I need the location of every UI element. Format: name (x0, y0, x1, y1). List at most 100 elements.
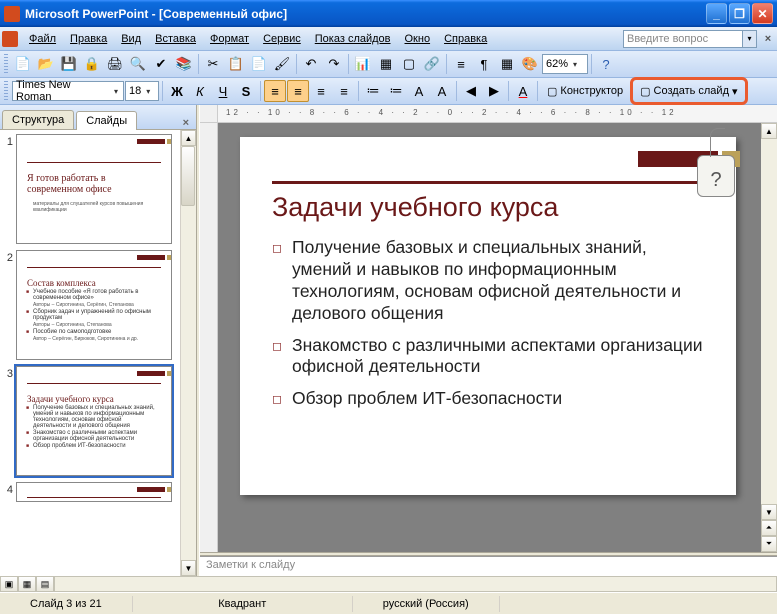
bold-button[interactable]: Ж (166, 80, 188, 102)
align-right-icon[interactable]: ≡ (310, 80, 332, 102)
bullet-item[interactable]: Получение базовых и специальных знаний, … (292, 237, 704, 325)
thumbnail-row[interactable]: 3 Задачи учебного курса Получение базовы… (2, 366, 178, 476)
tables-borders-icon[interactable]: ▢ (398, 53, 420, 75)
permission-icon[interactable]: 🔒 (81, 53, 103, 75)
help-icon[interactable]: ? (595, 53, 617, 75)
slideshow-view-icon[interactable]: ▤ (36, 576, 54, 592)
menu-edit[interactable]: Правка (63, 30, 114, 48)
thumbnail-slide-2[interactable]: Состав комплекса Учебное пособие «Я гото… (16, 250, 172, 360)
menu-view[interactable]: Вид (114, 30, 148, 48)
font-size-combo[interactable]: 18▾ (125, 81, 159, 101)
tab-outline[interactable]: Структура (2, 110, 74, 129)
thumbnail-slide-3[interactable]: Задачи учебного курса Получение базовых … (16, 366, 172, 476)
zoom-combo[interactable]: 62%▾ (542, 54, 588, 74)
maximize-button[interactable]: ❐ (729, 3, 750, 24)
increase-indent-icon[interactable]: ▶ (483, 80, 505, 102)
menu-tools[interactable]: Сервис (256, 30, 308, 48)
decrease-indent-icon[interactable]: ◀ (460, 80, 482, 102)
hscroll-track[interactable] (54, 576, 777, 592)
panel-close-button[interactable]: × (178, 117, 194, 129)
scroll-up-icon[interactable]: ▲ (181, 130, 196, 146)
slide-title[interactable]: Задачи учебного курса (272, 192, 704, 223)
menu-slideshow[interactable]: Показ слайдов (308, 30, 398, 48)
control-menu-icon[interactable] (2, 31, 18, 47)
scroll-down-icon[interactable]: ▼ (181, 560, 196, 576)
insert-chart-icon[interactable]: 📊 (352, 53, 374, 75)
thumbnail-row[interactable]: 4 Задачи учебного курса (2, 482, 178, 502)
panel-tabs: Структура Слайды × (0, 105, 196, 129)
increase-font-icon[interactable]: A (408, 80, 430, 102)
print-preview-icon[interactable]: 🔍 (127, 53, 149, 75)
prev-slide-icon[interactable]: ⏶ (761, 520, 777, 536)
slides-panel: Структура Слайды × 1 Я готов работать в … (0, 105, 196, 576)
align-justify-icon[interactable]: ≡ (333, 80, 355, 102)
align-left-icon[interactable]: ≡ (264, 80, 286, 102)
tab-slides[interactable]: Слайды (76, 111, 137, 130)
spelling-icon[interactable]: ✔ (150, 53, 172, 75)
show-formatting-icon[interactable]: ¶ (473, 53, 495, 75)
font-combo[interactable]: Times New Roman▾ (12, 81, 124, 101)
close-button[interactable]: ✕ (752, 3, 773, 24)
save-icon[interactable]: 💾 (58, 53, 80, 75)
italic-button[interactable]: К (189, 80, 211, 102)
cut-icon[interactable]: ✂ (202, 53, 224, 75)
numbering-icon[interactable]: ≔ (362, 80, 384, 102)
next-slide-icon[interactable]: ⏷ (761, 536, 777, 552)
sorter-view-icon[interactable]: ▦ (18, 576, 36, 592)
copy-icon[interactable]: 📋 (225, 53, 247, 75)
show-grid-icon[interactable]: ▦ (496, 53, 518, 75)
color-icon[interactable]: 🎨 (519, 53, 541, 75)
paste-icon[interactable]: 📄 (248, 53, 270, 75)
menu-file[interactable]: Файл (22, 30, 63, 48)
insert-table-icon[interactable]: ▦ (375, 53, 397, 75)
toolbar-grip[interactable] (4, 54, 8, 74)
menu-format[interactable]: Формат (203, 30, 256, 48)
bullet-item[interactable]: Знакомство с различными аспектами органи… (292, 335, 704, 379)
print-icon[interactable]: 🖨 (104, 53, 126, 75)
thumbs-scrollbar[interactable]: ▲ ▼ (180, 130, 196, 576)
research-icon[interactable]: 📚 (173, 53, 195, 75)
thumbnails-list[interactable]: 1 Я готов работать в современном офисе м… (0, 130, 180, 576)
normal-view-icon[interactable]: ▣ (0, 576, 18, 592)
insert-hyperlink-icon[interactable]: 🔗 (421, 53, 443, 75)
shadow-button[interactable]: S (235, 80, 257, 102)
menu-window[interactable]: Окно (398, 30, 438, 48)
slide-bullets[interactable]: Получение базовых и специальных знаний, … (272, 237, 704, 410)
status-language[interactable]: русский (Россия) (353, 596, 500, 612)
thumbnail-slide-4[interactable]: Задачи учебного курса (16, 482, 172, 502)
menu-help[interactable]: Справка (437, 30, 494, 48)
slide-scrollbar-v[interactable]: ▲ ▼ ⏶ ⏷ (761, 123, 777, 552)
bullet-item[interactable]: Обзор проблем ИТ-безопасности (292, 388, 704, 410)
undo-icon[interactable]: ↶ (300, 53, 322, 75)
expand-all-icon[interactable]: ≡ (450, 53, 472, 75)
format-painter-icon[interactable]: 🖌 (271, 53, 293, 75)
slide-design-button[interactable]: ▢Конструктор (541, 80, 629, 102)
menu-insert[interactable]: Вставка (148, 30, 203, 48)
new-slide-icon: ▢ (640, 85, 650, 98)
underline-button[interactable]: Ч (212, 80, 234, 102)
open-file-icon[interactable]: 📂 (35, 53, 57, 75)
new-slide-button[interactable]: ▢Создать слайд▾ (635, 80, 742, 102)
help-search-dropdown[interactable]: ▾ (743, 30, 757, 48)
font-color-icon[interactable]: A (512, 80, 534, 102)
redo-icon[interactable]: ↷ (323, 53, 345, 75)
notes-pane[interactable]: Заметки к слайду (200, 556, 777, 576)
scroll-down-icon[interactable]: ▼ (761, 504, 777, 520)
thumbnail-row[interactable]: 1 Я готов работать в современном офисе м… (2, 134, 178, 244)
align-center-icon[interactable]: ≡ (287, 80, 309, 102)
slide-canvas[interactable]: Задачи учебного курса Получение базовых … (218, 123, 761, 552)
mdi-close-button[interactable]: × (761, 32, 775, 46)
bullets-icon[interactable]: ≔ (385, 80, 407, 102)
help-search-input[interactable] (623, 30, 743, 48)
slide-content[interactable]: Задачи учебного курса Получение базовых … (240, 137, 736, 495)
minimize-button[interactable]: _ (706, 3, 727, 24)
scroll-up-icon[interactable]: ▲ (761, 123, 777, 139)
thumbnail-slide-1[interactable]: Я готов работать в современном офисе мат… (16, 134, 172, 244)
scroll-thumb[interactable] (181, 146, 195, 206)
thumb-number: 4 (2, 482, 16, 502)
toolbar-grip[interactable] (4, 81, 8, 101)
new-file-icon[interactable]: 📄 (12, 53, 34, 75)
menu-bar: Файл Правка Вид Вставка Формат Сервис По… (0, 27, 777, 51)
thumbnail-row[interactable]: 2 Состав комплекса Учебное пособие «Я го… (2, 250, 178, 360)
decrease-font-icon[interactable]: A (431, 80, 453, 102)
